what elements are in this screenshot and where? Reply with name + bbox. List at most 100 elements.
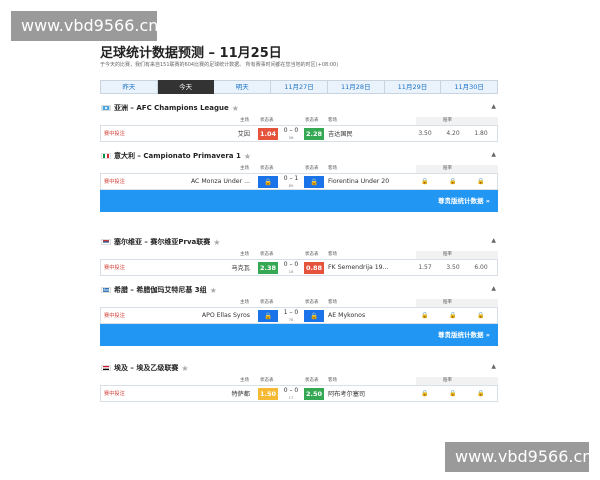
col-away: 客场 <box>328 166 337 171</box>
odds-lock-icon: 🔒 <box>477 312 485 319</box>
match-row[interactable]: 赛中投注 APO Ellas Syros 🔒 1 – 0 78 🔒 AE Myko… <box>100 307 498 324</box>
league-header[interactable]: 塞尔维亚 – 赛尔维亚Prva联赛 ★ ▲ <box>100 236 498 248</box>
home-team[interactable]: APO Ellas Syros <box>202 312 250 319</box>
away-team[interactable]: FK Semendrija 19... <box>328 264 389 271</box>
match-row[interactable]: 赛中投注 艾因 1.04 0 – 0 58 2.28 吉达国民 3.50 4.20… <box>100 125 498 142</box>
col-odds: 赔率 <box>443 252 452 257</box>
score-value: 0 – 0 <box>283 387 299 394</box>
favorite-star-icon[interactable]: ★ <box>232 104 239 113</box>
stats-page: 足球统计数据预测 – 11月25日 于今天的比赛，我们有来自151联赛的604比… <box>100 42 499 402</box>
tab-nov27[interactable]: 11月27日 <box>271 80 328 94</box>
odds-home[interactable]: 3.50 <box>415 130 435 137</box>
score[interactable]: 1 – 0 78 <box>280 309 302 322</box>
odds-lock-icon: 🔒 <box>421 312 429 319</box>
away-team[interactable]: Fiorentina Under 20 <box>328 178 389 185</box>
league-header[interactable]: 希腊 – 希腊伽玛艾特尼基 3组 ★ ▲ <box>100 284 498 296</box>
collapse-caret-icon[interactable]: ▲ <box>491 285 496 292</box>
column-headers: 主场 状态表 状态表 客场 赔率 <box>100 117 498 125</box>
date-tabs: 昨天 今天 明天 11月27日 11月28日 11月29日 11月30日 <box>100 80 499 94</box>
score[interactable]: 0 – 0 18 <box>280 261 302 274</box>
tab-yesterday[interactable]: 昨天 <box>100 80 158 94</box>
col-home: 主场 <box>240 118 249 123</box>
in-play-label[interactable]: 赛中投注 <box>104 178 125 185</box>
away-team[interactable]: AE Mykonos <box>328 312 365 319</box>
away-rating: 0.88 <box>304 262 324 274</box>
league-name: 亚洲 – AFC Champions League <box>114 104 229 112</box>
away-team[interactable]: 阿布考尔塞司 <box>328 389 365 398</box>
away-rating: 2.28 <box>304 128 324 140</box>
page-subtitle: 于今天的比赛，我们有来自151联赛的604比赛的足球统计数据。 所有赛事时间都在… <box>100 62 339 68</box>
col-status-home: 状态表 <box>260 118 274 123</box>
in-play-label[interactable]: 赛中投注 <box>104 390 125 397</box>
league-egypt: 埃及 – 埃及乙级联赛 ★ ▲ 主场 状态表 状态表 客场 赔率 赛中投注 特萨… <box>100 362 498 402</box>
odds-lock-icon: 🔒 <box>449 312 457 319</box>
score[interactable]: 0 – 0 58 <box>280 127 302 140</box>
odds-draw[interactable]: 3.50 <box>443 264 463 271</box>
premium-stats-button[interactable]: 尊贵版统计数据 » <box>100 324 498 346</box>
odds-away[interactable]: 1.80 <box>471 130 491 137</box>
favorite-star-icon[interactable]: ★ <box>244 152 251 161</box>
match-minute: 78 <box>288 317 294 322</box>
col-away: 客场 <box>328 252 337 257</box>
league-name: 塞尔维亚 – 赛尔维亚Prva联赛 <box>114 238 211 246</box>
favorite-star-icon[interactable]: ★ <box>213 238 220 247</box>
league-header[interactable]: 埃及 – 埃及乙级联赛 ★ ▲ <box>100 362 498 374</box>
col-home: 主场 <box>240 378 249 383</box>
collapse-caret-icon[interactable]: ▲ <box>491 363 496 370</box>
odds-home[interactable]: 1.57 <box>415 264 435 271</box>
col-odds: 赔率 <box>443 378 452 383</box>
collapse-caret-icon[interactable]: ▲ <box>491 151 496 158</box>
league-header[interactable]: 意大利 – Campionato Primavera 1 ★ ▲ <box>100 150 498 162</box>
favorite-star-icon[interactable]: ★ <box>181 364 188 373</box>
home-team[interactable]: AC Monza Under ... <box>191 178 250 185</box>
col-away: 客场 <box>328 300 337 305</box>
col-status-away: 状态表 <box>305 118 319 123</box>
odds-lock-icon: 🔒 <box>449 178 457 185</box>
odds-away[interactable]: 6.00 <box>471 264 491 271</box>
col-status-home: 状态表 <box>260 252 274 257</box>
match-row[interactable]: 赛中投注 特萨都 1.50 0 – 0 17 2.50 阿布考尔塞司 🔒 🔒 🔒 <box>100 385 498 402</box>
tab-tomorrow[interactable]: 明天 <box>214 80 272 94</box>
league-header[interactable]: 亚洲 – AFC Champions League ★ ▲ <box>100 102 498 114</box>
watermark-top: www.vbd9566.cn <box>11 11 158 41</box>
league-serbia: 塞尔维亚 – 赛尔维亚Prva联赛 ★ ▲ 主场 状态表 状态表 客场 赔率 赛… <box>100 236 498 276</box>
col-status-away: 状态表 <box>305 378 319 383</box>
score[interactable]: 0 – 0 17 <box>280 387 302 400</box>
home-rating: 1.04 <box>258 128 278 140</box>
away-team[interactable]: 吉达国民 <box>328 129 353 138</box>
league-italy: 意大利 – Campionato Primavera 1 ★ ▲ 主场 状态表 … <box>100 150 498 212</box>
favorite-star-icon[interactable]: ★ <box>210 286 217 295</box>
tab-nov30[interactable]: 11月30日 <box>441 80 499 94</box>
odds-lock-icon: 🔒 <box>477 390 485 397</box>
match-row[interactable]: 赛中投注 AC Monza Under ... 🔒 0 – 1 89 🔒 Fior… <box>100 173 498 190</box>
column-headers: 主场 状态表 状态表 客场 赔率 <box>100 251 498 259</box>
collapse-caret-icon[interactable]: ▲ <box>491 103 496 110</box>
in-play-label[interactable]: 赛中投注 <box>104 312 125 319</box>
match-minute: 17 <box>288 395 294 400</box>
in-play-label[interactable]: 赛中投注 <box>104 264 125 271</box>
match-row[interactable]: 赛中投注 马克瓦 2.38 0 – 0 18 0.88 FK Semendrija… <box>100 259 498 276</box>
greece-flag-icon <box>101 287 111 293</box>
tab-today[interactable]: 今天 <box>157 80 215 94</box>
col-home: 主场 <box>240 300 249 305</box>
home-team[interactable]: 马克瓦 <box>231 263 250 272</box>
premium-stats-button[interactable]: 尊贵版统计数据 » <box>100 190 498 212</box>
col-home: 主场 <box>240 166 249 171</box>
score[interactable]: 0 – 1 89 <box>280 175 302 188</box>
serbia-flag-icon <box>101 239 111 245</box>
home-team[interactable]: 艾因 <box>238 129 250 138</box>
odds-draw[interactable]: 4.20 <box>443 130 463 137</box>
in-play-label[interactable]: 赛中投注 <box>104 130 125 137</box>
page-title: 足球统计数据预测 – 11月25日 <box>100 46 282 61</box>
collapse-caret-icon[interactable]: ▲ <box>491 237 496 244</box>
tab-nov28[interactable]: 11月28日 <box>327 80 385 94</box>
home-team[interactable]: 特萨都 <box>231 389 250 398</box>
odds-lock-icon: 🔒 <box>421 178 429 185</box>
col-away: 客场 <box>328 378 337 383</box>
col-status-home: 状态表 <box>260 166 274 171</box>
score-value: 1 – 0 <box>283 309 299 316</box>
lock-icon: 🔒 <box>304 176 324 188</box>
tab-nov29[interactable]: 11月29日 <box>384 80 442 94</box>
lock-icon: 🔒 <box>304 310 324 322</box>
asia-flag-icon <box>101 105 111 111</box>
